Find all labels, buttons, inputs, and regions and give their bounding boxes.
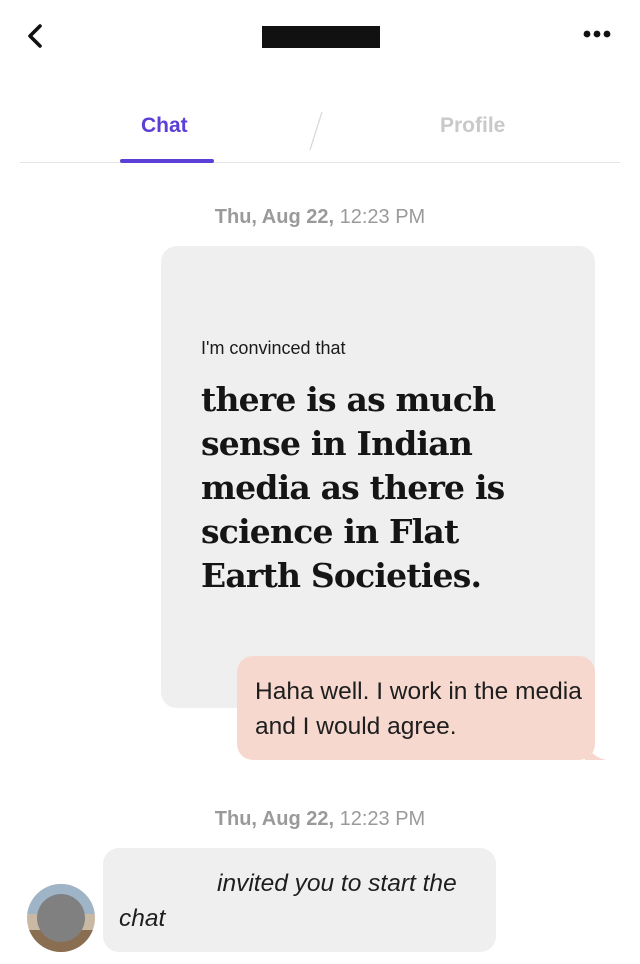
tab-profile[interactable]: Profile [440,114,505,138]
message-timestamp: Thu, Aug 22, 12:23 PM [0,206,640,229]
prompt-label: I'm convinced that [201,338,346,358]
timestamp-date: Thu, Aug 22, [214,206,335,228]
more-options-button[interactable] [578,22,618,46]
chat-header [0,0,640,80]
timestamp-time: 12:23 PM [339,206,426,228]
tab-divider [309,111,323,151]
redacted-contact-name [262,26,380,48]
bubble-tail [585,738,607,760]
prompt-answer: there is as much sense in Indian media a… [201,380,505,595]
invite-text: invited you to start the chat [119,870,457,932]
active-tab-indicator [120,159,214,163]
invite-message-text: invited you to start the chat [119,866,479,936]
back-button[interactable] [20,18,54,54]
tab-bar: Chat Profile [20,100,620,163]
sent-message-bubble[interactable]: Haha well. I work in the media and I wou… [237,656,607,760]
received-message-bubble: invited you to start the chat [103,848,496,952]
chevron-left-icon [28,24,42,48]
timestamp-date: Thu, Aug 22, [214,808,335,830]
tab-chat[interactable]: Chat [141,114,188,138]
sent-message-text: Haha well. I work in the media and I wou… [255,678,582,740]
timestamp-time: 12:23 PM [339,808,426,830]
prompt-card[interactable]: I'm convinced that there is as much sens… [161,246,595,708]
avatar-image [27,884,95,952]
more-horizontal-icon [583,30,611,38]
avatar[interactable] [27,884,95,952]
message-timestamp: Thu, Aug 22, 12:23 PM [0,808,640,831]
